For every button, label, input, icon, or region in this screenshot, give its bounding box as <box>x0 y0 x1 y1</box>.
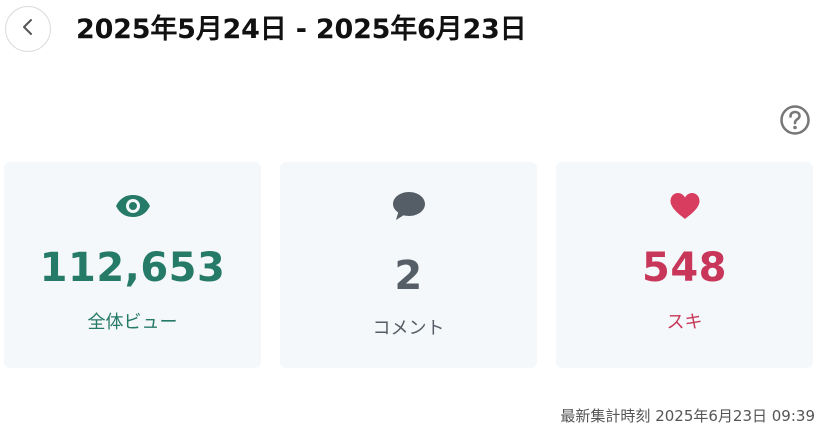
page-title: 2025年5月24日 - 2025年6月23日 <box>76 14 527 45</box>
comments-label: コメント <box>372 318 445 339</box>
views-label: 全体ビュー <box>87 312 178 333</box>
views-value: 112,653 <box>39 245 226 291</box>
likes-value: 548 <box>642 245 727 291</box>
comments-value: 2 <box>394 253 423 299</box>
likes-label: スキ <box>666 312 703 333</box>
heart-icon <box>665 188 705 224</box>
views-card: 112,653 全体ビュー <box>4 162 261 368</box>
help-button[interactable] <box>779 104 811 136</box>
speech-bubble-icon <box>389 188 429 224</box>
eye-icon <box>113 188 153 224</box>
comments-card: 2 コメント <box>280 162 537 368</box>
likes-card: 548 スキ <box>556 162 813 368</box>
back-button[interactable] <box>5 6 51 52</box>
question-circle-icon <box>779 105 811 140</box>
chevron-left-icon <box>21 18 35 40</box>
last-updated-time: 最新集計時刻 2025年6月23日 09:39 <box>560 407 815 425</box>
